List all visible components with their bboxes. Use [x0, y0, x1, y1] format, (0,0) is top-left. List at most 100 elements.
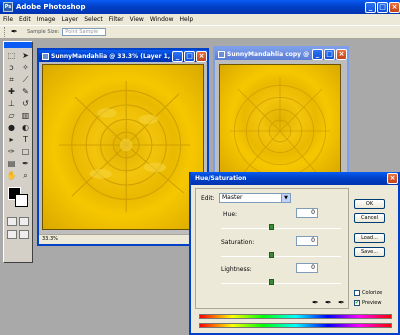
- colorize-checkbox-box[interactable]: [354, 290, 360, 296]
- type-tool-icon[interactable]: T: [19, 134, 32, 145]
- app-title: Adobe Photoshop: [16, 3, 86, 11]
- dialog-close-button[interactable]: ×: [387, 173, 398, 184]
- doc1-minimize-button[interactable]: _: [172, 50, 183, 62]
- menu-select[interactable]: Select: [84, 16, 103, 23]
- blur-tool-icon[interactable]: ●: [5, 122, 18, 133]
- shape-tool-icon[interactable]: □: [19, 146, 32, 157]
- menu-view[interactable]: View: [130, 16, 144, 23]
- dialog-title-bar[interactable]: Hue/Saturation ×: [191, 172, 398, 185]
- doc1-close-button[interactable]: ×: [196, 50, 207, 62]
- menu-file[interactable]: File: [3, 16, 13, 23]
- eyedropper-minus-icon[interactable]: ✒: [338, 298, 345, 307]
- lightness-slider-track[interactable]: [221, 283, 341, 284]
- sample-size-select[interactable]: Point Sample: [62, 28, 107, 36]
- toolbox: ⬚ ➤ ↄ ✧ ⌗ ⟋ ✚ ✎ ⊥ ↺ ▱ ▥ ● ◐ ▸ T ✑ □ ▤ ✒ …: [3, 41, 33, 263]
- menu-help[interactable]: Help: [180, 16, 194, 23]
- zoom-tool-icon[interactable]: ⌕: [19, 170, 32, 181]
- colorize-label: Colorize: [362, 290, 383, 296]
- menu-filter[interactable]: Filter: [109, 16, 124, 23]
- crop-tool-icon[interactable]: ⌗: [5, 74, 18, 85]
- dodge-tool-icon[interactable]: ◐: [19, 122, 32, 133]
- marquee-tool-icon[interactable]: ⬚: [5, 50, 18, 61]
- options-bar: ✒ Sample Size: Point Sample: [0, 25, 400, 39]
- eyedropper-icon[interactable]: ✒: [19, 158, 32, 169]
- pen-tool-icon[interactable]: ✑: [5, 146, 18, 157]
- doc2-maximize-button[interactable]: □: [324, 48, 335, 60]
- ok-button[interactable]: OK: [354, 199, 385, 209]
- edit-select-value: Master: [222, 194, 243, 201]
- document-2-title-bar[interactable]: SunnyMandahlia copy @ 25... _ □ ×: [215, 48, 347, 60]
- saturation-label: Saturation:: [221, 239, 255, 246]
- dahlia-petals-graphic: [59, 81, 191, 213]
- eraser-tool-icon[interactable]: ▱: [5, 110, 18, 121]
- sample-size-label: Sample Size:: [27, 29, 60, 35]
- magic-wand-tool-icon[interactable]: ✧: [19, 62, 32, 73]
- history-brush-tool-icon[interactable]: ↺: [19, 98, 32, 109]
- chevron-down-icon[interactable]: ▼: [281, 194, 290, 202]
- document-1-canvas-area[interactable]: [39, 62, 207, 234]
- hue-slider-thumb[interactable]: [269, 224, 274, 230]
- hue-label: Hue:: [223, 211, 238, 218]
- quick-mask-mode-icon[interactable]: [19, 217, 29, 226]
- healing-brush-tool-icon[interactable]: ✚: [5, 86, 18, 97]
- eyedropper-icon[interactable]: ✒: [312, 298, 319, 307]
- lightness-label: Lightness:: [221, 266, 252, 273]
- document-window-1: SunnyMandahlia @ 33.3% (Layer 1, R... _ …: [37, 48, 209, 246]
- menu-edit[interactable]: Edit: [19, 16, 31, 23]
- adjustment-frame: [195, 188, 349, 309]
- edit-select[interactable]: Master ▼: [219, 193, 291, 203]
- save-button[interactable]: Save...: [354, 247, 385, 257]
- eyedropper-tool-icon[interactable]: ✒: [11, 27, 27, 37]
- preview-checkbox[interactable]: ✔ Preview: [354, 300, 381, 306]
- screen-mode-full-icon[interactable]: [19, 230, 29, 239]
- doc1-maximize-button[interactable]: □: [184, 50, 195, 62]
- load-button[interactable]: Load...: [354, 233, 385, 243]
- menu-image[interactable]: Image: [37, 16, 56, 23]
- document-1-title-bar[interactable]: SunnyMandahlia @ 33.3% (Layer 1, R... _ …: [39, 50, 207, 62]
- close-button[interactable]: ×: [389, 1, 400, 13]
- checkmark-icon[interactable]: ✔: [354, 300, 360, 306]
- standard-mode-icon[interactable]: [7, 217, 17, 226]
- document-2-canvas-area[interactable]: [215, 60, 347, 174]
- document-icon: [218, 50, 225, 58]
- saturation-slider-track[interactable]: [221, 256, 341, 257]
- move-tool-icon[interactable]: ➤: [19, 50, 32, 61]
- doc2-minimize-button[interactable]: _: [312, 48, 323, 60]
- path-selection-tool-icon[interactable]: ▸: [5, 134, 18, 145]
- saturation-slider-thumb[interactable]: [269, 252, 274, 258]
- maximize-button[interactable]: □: [377, 1, 388, 13]
- doc2-close-button[interactable]: ×: [336, 48, 347, 60]
- zoom-level[interactable]: 33.3%: [42, 236, 58, 242]
- dahlia-copy-photo: [219, 64, 341, 174]
- gradient-tool-icon[interactable]: ▥: [19, 110, 32, 121]
- preview-label: Preview: [362, 300, 382, 306]
- brush-tool-icon[interactable]: ✎: [19, 86, 32, 97]
- notes-tool-icon[interactable]: ▤: [5, 158, 18, 169]
- minimize-button[interactable]: _: [365, 1, 376, 13]
- options-grip[interactable]: [4, 27, 6, 37]
- lightness-input[interactable]: 0: [296, 263, 318, 273]
- lasso-tool-icon[interactable]: ↄ: [5, 62, 18, 73]
- clone-stamp-tool-icon[interactable]: ⊥: [5, 98, 18, 109]
- cancel-button[interactable]: Cancel: [354, 213, 385, 223]
- app-title-bar: Ps Adobe Photoshop _ □ ×: [0, 0, 400, 14]
- hue-slider-track[interactable]: [221, 228, 341, 229]
- hand-tool-icon[interactable]: ✋: [5, 170, 18, 181]
- screen-mode-standard-icon[interactable]: [7, 230, 17, 239]
- colorize-checkbox[interactable]: Colorize: [354, 290, 382, 296]
- eyedropper-plus-icon[interactable]: ✒: [325, 298, 332, 307]
- saturation-input[interactable]: 0: [296, 236, 318, 246]
- menu-bar: File Edit Image Layer Select Filter View…: [0, 14, 400, 25]
- menu-window[interactable]: Window: [150, 16, 174, 23]
- color-swatches: [6, 185, 30, 213]
- hue-input[interactable]: 0: [296, 208, 318, 218]
- background-color-swatch[interactable]: [15, 194, 28, 207]
- dialog-title: Hue/Saturation: [195, 175, 247, 182]
- photoshop-app-icon: Ps: [3, 2, 13, 12]
- dahlia-photo: [42, 64, 204, 230]
- menu-layer[interactable]: Layer: [61, 16, 78, 23]
- lightness-slider-thumb[interactable]: [269, 279, 274, 285]
- source-hue-spectrum-bar: [199, 314, 392, 319]
- slice-tool-icon[interactable]: ⟋: [19, 74, 32, 85]
- hue-saturation-dialog: Hue/Saturation × Edit: Master ▼ Hue: 0 S…: [189, 172, 400, 335]
